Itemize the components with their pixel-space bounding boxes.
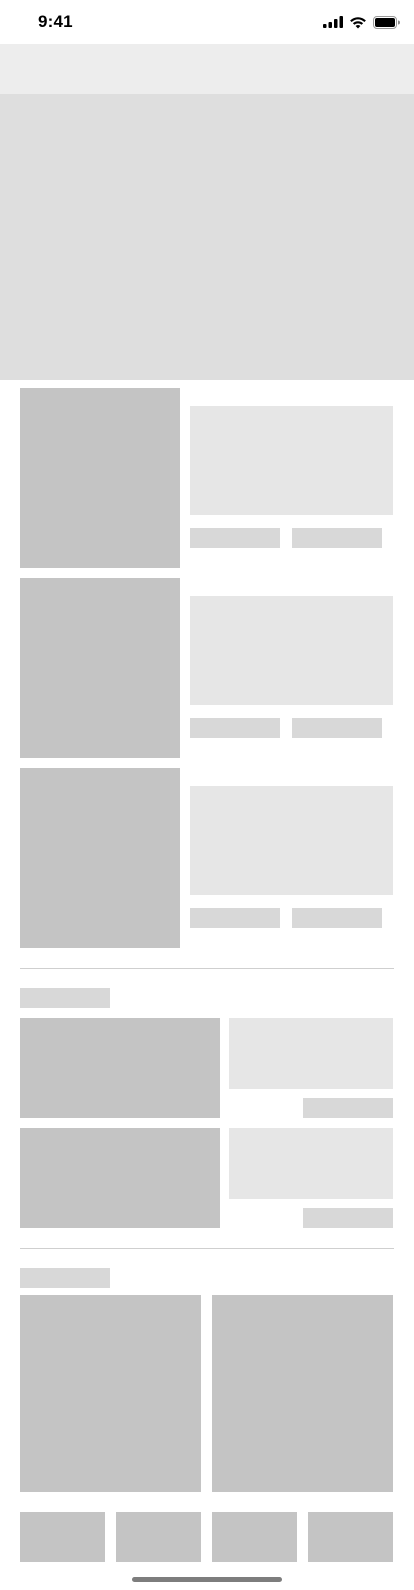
section-3-title-placeholder <box>20 1268 110 1288</box>
grid-tile-large-placeholder[interactable] <box>212 1295 393 1492</box>
status-time: 9:41 <box>38 12 73 31</box>
card-2-image-placeholder[interactable] <box>20 1128 220 1228</box>
grid-tile-small-placeholder[interactable] <box>116 1512 201 1562</box>
grid-tile-small-placeholder[interactable] <box>308 1512 393 1562</box>
nav-bar-placeholder <box>0 44 414 94</box>
list-item-3-tag-placeholder <box>190 908 280 928</box>
section-divider <box>20 1248 394 1249</box>
home-indicator[interactable] <box>132 1577 282 1582</box>
status-icons <box>323 14 400 30</box>
battery-icon <box>373 15 400 29</box>
card-1-action-placeholder[interactable] <box>303 1098 393 1118</box>
card-1-text-placeholder <box>229 1018 393 1089</box>
list-item-3-text-placeholder <box>190 786 393 895</box>
grid-tile-large-placeholder[interactable] <box>20 1295 201 1492</box>
list-item-1-text-placeholder <box>190 406 393 515</box>
list-item-1-image-placeholder[interactable] <box>20 388 180 568</box>
section-divider <box>20 968 394 969</box>
grid-tile-small-placeholder[interactable] <box>212 1512 297 1562</box>
card-2-text-placeholder <box>229 1128 393 1199</box>
status-bar: 9:41 <box>0 0 414 44</box>
list-item-1-tag-placeholder <box>190 528 280 548</box>
list-item-2-tag-placeholder <box>190 718 280 738</box>
list-item-3-tag-placeholder <box>292 908 382 928</box>
list-item-2-image-placeholder[interactable] <box>20 578 180 758</box>
list-item-1-tag-placeholder <box>292 528 382 548</box>
cellular-signal-icon <box>323 16 343 28</box>
list-item-2-text-placeholder <box>190 596 393 705</box>
section-2-title-placeholder <box>20 988 110 1008</box>
card-1-image-placeholder[interactable] <box>20 1018 220 1118</box>
wifi-icon <box>349 16 367 29</box>
grid-tile-small-placeholder[interactable] <box>20 1512 105 1562</box>
list-item-3-image-placeholder[interactable] <box>20 768 180 948</box>
card-2-action-placeholder[interactable] <box>303 1208 393 1228</box>
hero-banner-placeholder[interactable] <box>0 94 414 380</box>
list-item-2-tag-placeholder <box>292 718 382 738</box>
